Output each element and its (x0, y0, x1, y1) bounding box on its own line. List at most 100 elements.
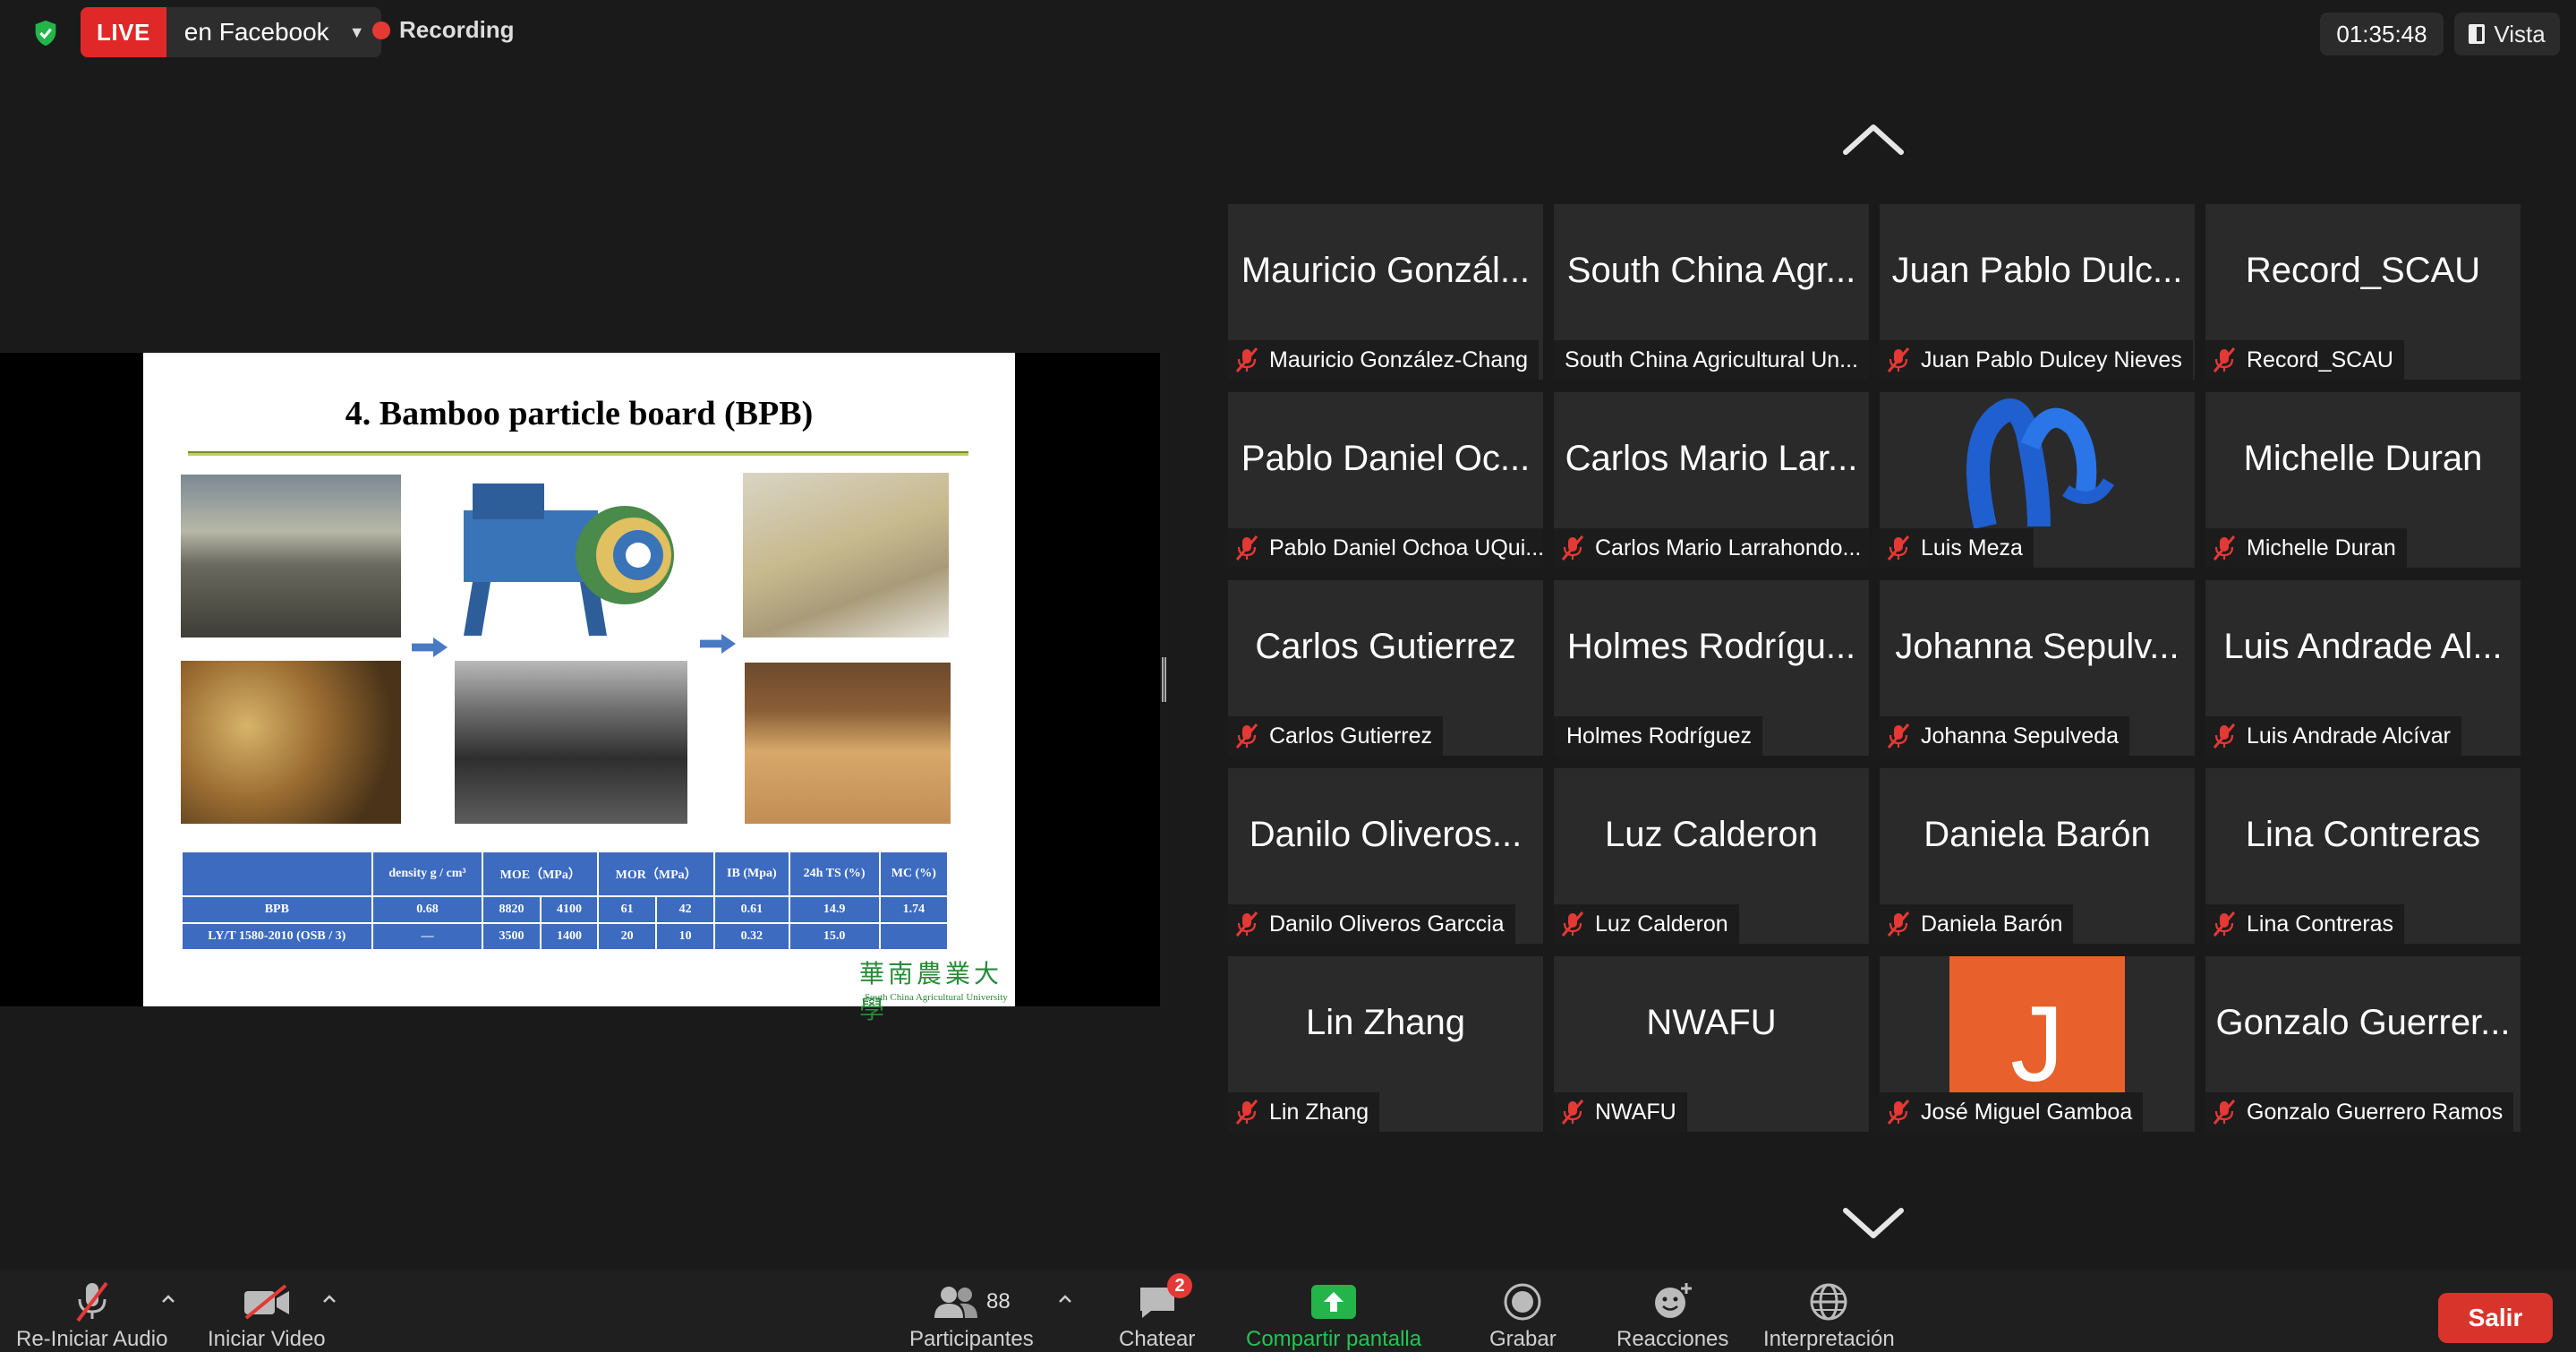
security-shield-icon[interactable] (30, 18, 61, 48)
participant-tile[interactable]: Juan Pablo Dulc... Juan Pablo Dulcey Niev… (1880, 204, 2195, 380)
view-button[interactable]: Vista (2454, 13, 2560, 56)
top-bar: LIVE en Facebook ▼ Recording 01:35:48 Vi… (0, 0, 2576, 66)
mic-muted-icon (1561, 1100, 1584, 1125)
participant-name-label: José Miguel Gamboa (1880, 1092, 2144, 1132)
video-button[interactable]: Iniciar Video (208, 1270, 326, 1352)
record-label: Grabar (1489, 1327, 1557, 1351)
participant-name: José Miguel Gamboa (1921, 1099, 2133, 1125)
participants-button[interactable]: 88 Participantes (909, 1270, 1034, 1352)
reactions-button[interactable]: Reacciones (1616, 1270, 1728, 1352)
participant-name: Holmes Rodríguez (1566, 723, 1753, 749)
audio-button[interactable]: Re-Iniciar Audio (16, 1270, 167, 1352)
participants-icon (934, 1287, 978, 1318)
mic-muted-icon (1235, 347, 1258, 372)
audio-options-caret-icon[interactable] (161, 1295, 175, 1304)
participants-label: Participantes (909, 1327, 1034, 1351)
properties-table: density g / cm³ MOE（MPa） MOR（MPa） IB (Mp… (181, 851, 950, 951)
participant-tile[interactable]: South China Agr... South China Agricultur… (1554, 204, 1869, 380)
mic-muted-icon (2213, 911, 2236, 937)
video-options-caret-icon[interactable] (322, 1295, 337, 1304)
recording-indicator[interactable]: Recording (372, 16, 515, 44)
participant-name: Carlos Mario Larrahondo... (1595, 535, 1862, 560)
participant-tile[interactable]: Danilo Oliveros... Danilo Oliveros Garcci… (1228, 768, 1543, 944)
participant-tile[interactable]: Pablo Daniel Oc... Pablo Daniel Ochoa UQu… (1228, 392, 1543, 568)
table-row: LY/T 1580-2010 (OSB / 3) — 3500 1400 20 … (181, 922, 950, 951)
participant-tile[interactable]: Luis Andrade Al... Luis Andrade Alcívar (2205, 580, 2521, 756)
participant-tile[interactable]: Record_SCAU Record_SCAU (2205, 204, 2521, 380)
participant-name: Carlos Gutierrez (1269, 723, 1432, 749)
record-button[interactable]: Grabar (1489, 1270, 1557, 1352)
participant-tile[interactable]: Daniela Barón Daniela Barón (1880, 768, 2195, 944)
mic-muted-icon (2213, 535, 2236, 560)
mouse-cursor-icon (1002, 560, 1011, 573)
table-header: MOE（MPa） (482, 851, 600, 897)
table-cell: 14.9 (788, 895, 881, 924)
participant-name-label: Pablo Daniel Ochoa UQui... (1228, 528, 1543, 568)
mic-muted-icon (1887, 347, 1910, 372)
participant-name: Johanna Sepulveda (1921, 723, 2120, 749)
table-header (181, 851, 373, 897)
chat-label: Chatear (1119, 1327, 1196, 1351)
university-logo-chinese: 華南農業大學 (859, 959, 1003, 1024)
chevron-up-icon[interactable] (1842, 122, 1905, 156)
participant-tile[interactable]: Johanna Sepulv... Johanna Sepulveda (1880, 580, 2195, 756)
chevron-down-icon[interactable] (1842, 1207, 1905, 1241)
participant-tile[interactable]: Lin Zhang Lin Zhang (1228, 956, 1543, 1132)
participant-display-name: Holmes Rodrígu... (1566, 627, 1856, 666)
caret-down-icon: ▼ (348, 23, 365, 41)
participant-tile[interactable]: J José Miguel Gamboa (1880, 956, 2195, 1132)
participant-display-name: Lina Contreras (2245, 815, 2481, 854)
live-destination[interactable]: en Facebook ▼ (166, 7, 381, 57)
participant-tile[interactable]: Luz Calderon Luz Calderon (1554, 768, 1869, 944)
participant-display-name: Mauricio Gonzál... (1241, 251, 1531, 290)
participant-tile[interactable]: Holmes Rodrígu... Holmes Rodríguez (1554, 580, 1869, 756)
live-stream-menu[interactable]: LIVE en Facebook ▼ (81, 7, 381, 57)
interpretation-button[interactable]: Interpretación (1763, 1270, 1895, 1352)
participant-name-label: Carlos Gutierrez (1228, 716, 1443, 756)
participants-options-caret-icon[interactable] (1058, 1295, 1072, 1304)
participant-tile[interactable]: Luis Meza (1880, 392, 2195, 568)
participant-tile[interactable]: Carlos Mario Lar... Carlos Mario Larrahon… (1554, 392, 1869, 568)
participant-name: Danilo Oliveros Garccia (1269, 911, 1505, 937)
participant-display-name: Danilo Oliveros... (1249, 815, 1523, 854)
live-badge: LIVE (81, 7, 166, 57)
mic-muted-icon (1235, 1100, 1258, 1125)
mic-muted-icon (2213, 1100, 2236, 1125)
recording-dot-icon (372, 21, 390, 39)
table-row: BPB 0.68 8820 4100 61 42 0.61 14.9 1.74 (181, 895, 950, 924)
table-header: MC (%) (878, 851, 950, 897)
participant-name-label: NWAFU (1554, 1092, 1687, 1132)
presentation-slide: 4. Bamboo particle board (BPB) density g… (143, 353, 1015, 1024)
live-destination-label: en Facebook (183, 18, 329, 46)
particle-mat-photo (743, 473, 949, 637)
participant-name-label: Record_SCAU (2205, 340, 2404, 380)
arrow-right-icon (412, 637, 448, 657)
leave-meeting-button[interactable]: Salir (2438, 1293, 2553, 1343)
interpretation-label: Interpretación (1763, 1327, 1895, 1351)
record-icon (1503, 1280, 1542, 1323)
participant-tile[interactable]: Michelle Duran Michelle Duran (2205, 392, 2521, 568)
participant-display-name: NWAFU (1646, 1003, 1777, 1042)
participant-tile[interactable]: Lina Contreras Lina Contreras (2205, 768, 2521, 944)
table-cell: 0.68 (371, 895, 484, 924)
participant-tile[interactable]: NWAFU NWAFU (1554, 956, 1869, 1132)
split-resize-handle[interactable] (1162, 657, 1166, 702)
table-cell: BPB (181, 895, 373, 924)
participant-tile[interactable]: Gonzalo Guerrer... Gonzalo Guerrero Ramos (2205, 956, 2521, 1132)
participant-tile[interactable]: Mauricio Gonzál... Mauricio González-Chan… (1228, 204, 1543, 380)
participant-display-name: Daniela Barón (1923, 815, 2151, 854)
table-cell: — (371, 922, 484, 951)
press-line-photo (455, 661, 687, 824)
participant-name-label: Juan Pablo Dulcey Nieves (1880, 340, 2193, 380)
view-label: Vista (2494, 21, 2546, 47)
participant-name-label: Holmes Rodríguez (1554, 716, 1763, 756)
participant-display-name: South China Agr... (1566, 251, 1856, 290)
university-logo-english: South China Agricultural University (865, 992, 1008, 1003)
participant-name-label: Luis Meza (1880, 528, 2034, 568)
table-cell: 42 (655, 895, 716, 924)
participant-display-name: Carlos Gutierrez (1255, 627, 1516, 666)
participant-tile[interactable]: Carlos Gutierrez Carlos Gutierrez (1228, 580, 1543, 756)
share-screen-button[interactable]: Compartir pantalla (1246, 1270, 1421, 1352)
table-cell: LY/T 1580-2010 (OSB / 3) (181, 922, 373, 951)
participant-name-label: Mauricio González-Chang (1228, 340, 1540, 380)
